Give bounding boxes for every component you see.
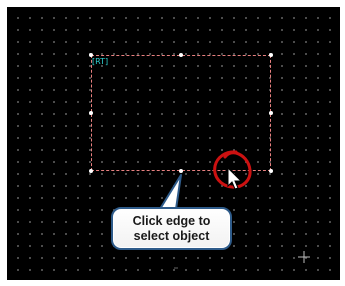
screenshot-frame: [RT] Click edge to select object xyxy=(0,0,345,286)
callout-line-1: Click edge to xyxy=(132,213,211,228)
callout-line-2: select object xyxy=(133,228,210,243)
callout-pointer xyxy=(159,174,182,210)
tooltip-callout: Click edge to select object xyxy=(111,207,232,250)
crosshair-icon xyxy=(298,251,310,263)
